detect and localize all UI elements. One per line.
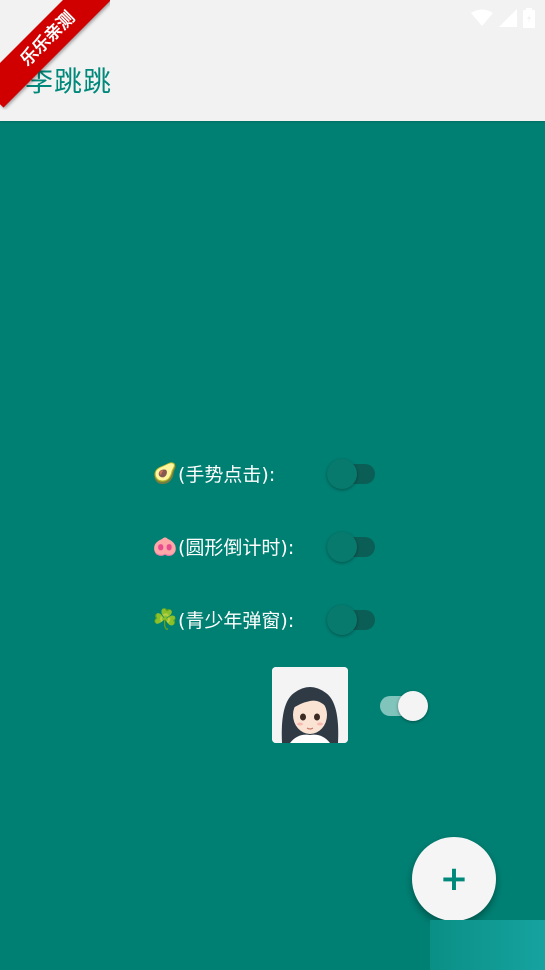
girl-avatar-icon [272, 667, 348, 743]
avatar [272, 667, 348, 743]
option-row-teen-popup: ☘️ (青少年弹窗): [152, 604, 295, 634]
signal-icon [499, 9, 517, 27]
status-bar [471, 8, 535, 28]
option-row-gesture-click: 🥑 (手势点击): [152, 458, 276, 488]
corner-decoration [430, 920, 545, 970]
toggle-thumb [327, 459, 357, 489]
option-label: (青少年弹窗): [178, 609, 295, 632]
app-root: 李跳跳 乐乐亲测 🥑 (手势点击): 🐽 (圆形倒计时): ☘️ (青少年弹窗)… [0, 0, 545, 970]
toggle-thumb [327, 532, 357, 562]
gesture-click-toggle[interactable] [327, 458, 375, 489]
ribbon-text: 乐乐亲测 [0, 0, 110, 108]
option-label: (圆形倒计时): [178, 536, 295, 559]
pig-nose-icon: 🐽 [152, 534, 178, 558]
battery-icon [523, 8, 535, 28]
teen-popup-toggle[interactable] [327, 604, 375, 635]
toggle-thumb [327, 605, 357, 635]
corner-ribbon: 乐乐亲测 [0, 0, 110, 110]
avocado-icon: 🥑 [152, 461, 178, 485]
toggle-thumb [398, 691, 428, 721]
option-row-circle-countdown: 🐽 (圆形倒计时): [152, 531, 295, 561]
option-label: (手势点击): [178, 463, 276, 486]
avatar-toggle[interactable] [380, 690, 428, 721]
circle-countdown-toggle[interactable] [327, 531, 375, 562]
add-fab-button[interactable]: + [412, 837, 496, 921]
shamrock-icon: ☘️ [152, 607, 178, 631]
wifi-icon [471, 9, 493, 26]
